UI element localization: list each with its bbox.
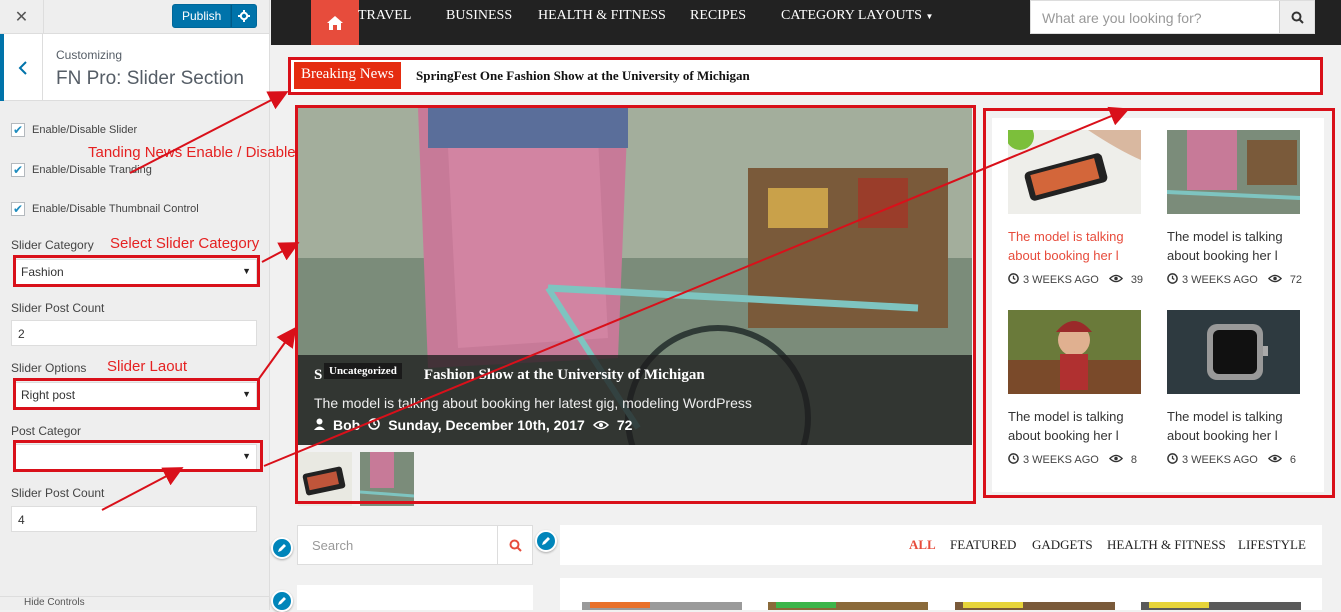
search-icon[interactable] <box>497 526 532 564</box>
search-icon[interactable] <box>1279 1 1314 33</box>
sidebar-search-input[interactable]: Search <box>312 538 353 553</box>
nav-recipes[interactable]: RECIPES <box>690 8 746 24</box>
breadcrumb: Customizing <box>56 48 123 62</box>
annotation-box-right-posts <box>983 108 1335 498</box>
nav-category-layouts[interactable]: CATEGORY LAYOUTS ▼ <box>781 8 933 24</box>
gear-icon[interactable] <box>231 4 258 28</box>
nav-business[interactable]: BUSINESS <box>446 8 512 24</box>
checkmark-icon: ✔ <box>11 123 25 137</box>
category-filter-bar: ALL FEATURED GADGETS HEALTH & FITNESS LI… <box>560 525 1322 565</box>
slider-options-label: Slider Options <box>11 361 87 375</box>
publish-button[interactable]: Publish <box>172 4 232 28</box>
site-search-input[interactable]: What are you looking for? <box>1042 10 1202 26</box>
nav-health-fitness[interactable]: HEALTH & FITNESS <box>538 8 666 24</box>
nav-category-layouts-label: CATEGORY LAYOUTS <box>781 8 922 23</box>
hide-controls-footer[interactable]: Hide Controls <box>0 596 270 610</box>
edit-pencil-icon[interactable] <box>271 537 293 559</box>
filter-all[interactable]: ALL <box>909 537 936 553</box>
filter-gadgets[interactable]: GADGETS <box>1032 537 1093 553</box>
customizer-header: ✕ Publish <box>0 0 269 34</box>
checkmark-icon: ✔ <box>11 163 25 177</box>
slider-post-count-2-input[interactable]: 4 <box>11 506 257 532</box>
slider-post-count-input[interactable]: 2 <box>11 320 257 346</box>
home-icon[interactable] <box>311 0 359 45</box>
edit-pencil-icon[interactable] <box>535 530 557 552</box>
section-title: FN Pro: Slider Section <box>56 68 244 89</box>
nav-travel[interactable]: TRAVEL <box>358 8 411 24</box>
checkbox-label: Enable/Disable Thumbnail Control <box>32 203 199 215</box>
annotation-tanding: Tanding News Enable / Disable <box>88 144 296 161</box>
annotation-slider-layout: Slider Laout <box>107 358 188 375</box>
enable-tranding-checkbox[interactable]: ✔ Enable/Disable Tranding <box>11 163 152 177</box>
category-tag[interactable] <box>776 602 836 608</box>
category-tag[interactable] <box>590 602 650 608</box>
slider-post-count-label: Slider Post Count <box>11 301 105 315</box>
close-icon[interactable]: ✕ <box>0 0 44 34</box>
enable-thumbnail-checkbox[interactable]: ✔ Enable/Disable Thumbnail Control <box>11 202 199 216</box>
hide-controls-label: Hide Controls <box>24 597 85 608</box>
lower-post-grid <box>560 578 1322 610</box>
lower-left-widget <box>297 585 533 610</box>
caret-down-icon: ▼ <box>925 12 934 21</box>
annotation-box-post-category <box>13 440 263 472</box>
post-category-label: Post Categor <box>11 424 82 438</box>
slider-post-count-2-label: Slider Post Count <box>11 486 105 500</box>
customizer-sidebar: ✕ Publish Customizing FN Pro: Slider Sec… <box>0 0 270 610</box>
sidebar-search-widget: Search <box>297 525 533 565</box>
checkbox-label: Enable/Disable Slider <box>32 124 138 136</box>
filter-health-fitness[interactable]: HEALTH & FITNESS <box>1107 537 1226 553</box>
annotation-box-slider <box>295 105 976 504</box>
annotation-select-category: Select Slider Category <box>110 235 260 252</box>
filter-featured[interactable]: FEATURED <box>950 537 1016 553</box>
site-navbar: TRAVEL BUSINESS HEALTH & FITNESS RECIPES… <box>271 0 1341 45</box>
annotation-box-category <box>13 255 260 287</box>
back-chevron-icon[interactable] <box>0 34 43 101</box>
section-header: Customizing FN Pro: Slider Section <box>0 34 269 101</box>
annotation-box-options <box>13 378 260 410</box>
edit-pencil-icon[interactable] <box>271 590 293 612</box>
site-search-box: What are you looking for? <box>1030 0 1315 34</box>
slider-category-label: Slider Category <box>11 238 94 252</box>
category-tag[interactable] <box>963 602 1023 608</box>
enable-slider-checkbox[interactable]: ✔ Enable/Disable Slider <box>11 123 137 137</box>
publish-group: Publish <box>172 4 258 28</box>
annotation-box-breaking <box>288 57 1323 95</box>
category-tag[interactable] <box>1149 602 1209 608</box>
checkbox-label: Enable/Disable Tranding <box>32 164 152 176</box>
filter-lifestyle[interactable]: LIFESTYLE <box>1238 537 1306 553</box>
checkmark-icon: ✔ <box>11 202 25 216</box>
